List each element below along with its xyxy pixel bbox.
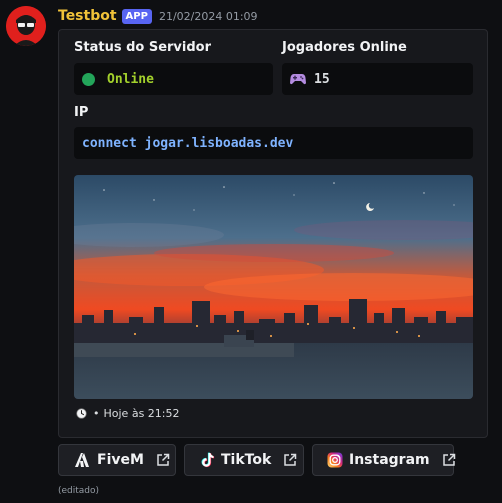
status-codebox: Online — [74, 63, 273, 95]
instagram-button[interactable]: Instagram — [312, 444, 456, 476]
players-value: 15 — [314, 71, 330, 87]
ip-value[interactable]: connect jogar.lisboadas.dev — [82, 136, 293, 151]
field-name-ip: IP — [74, 105, 89, 120]
server-status-embed: Status do Servidor Online Jogadores Onli… — [58, 29, 488, 438]
edited-label: (editado) — [58, 486, 100, 496]
external-link-icon — [144, 453, 170, 467]
clock-icon — [76, 408, 93, 419]
external-link-icon — [430, 453, 456, 467]
players-codebox: 15 — [282, 63, 473, 95]
ip-codebox[interactable]: connect jogar.lisboadas.dev — [74, 127, 473, 159]
field-name-players: Jogadores Online — [282, 40, 407, 55]
fivem-label: FiveM — [97, 452, 144, 468]
fivem-button[interactable]: FiveM — [58, 444, 176, 476]
footer-text: Hoje às 21:52 — [103, 407, 180, 420]
bot-avatar[interactable] — [6, 6, 46, 46]
instagram-label: Instagram — [349, 452, 430, 468]
message-header: Testbot APP 21/02/2024 01:09 — [58, 6, 258, 26]
footer-separator: • — [93, 407, 100, 420]
field-name-status: Status do Servidor — [74, 40, 212, 55]
instagram-icon — [327, 451, 343, 469]
gamepad-icon — [290, 73, 306, 85]
status-value: Online — [107, 71, 154, 87]
fivem-icon — [73, 451, 91, 469]
timestamp[interactable]: 21/02/2024 01:09 — [159, 10, 258, 23]
online-status-dot — [82, 72, 95, 86]
app-badge: APP — [121, 8, 152, 24]
username[interactable]: Testbot — [58, 8, 117, 24]
external-link-icon — [271, 453, 297, 467]
embed-image[interactable] — [74, 175, 473, 399]
tiktok-label: TikTok — [221, 452, 272, 468]
tiktok-button[interactable]: TikTok — [184, 444, 304, 476]
embed-footer: • Hoje às 21:52 — [76, 407, 180, 420]
link-buttons: FiveM TikTok Instagram — [58, 444, 456, 476]
tiktok-icon — [199, 451, 215, 469]
